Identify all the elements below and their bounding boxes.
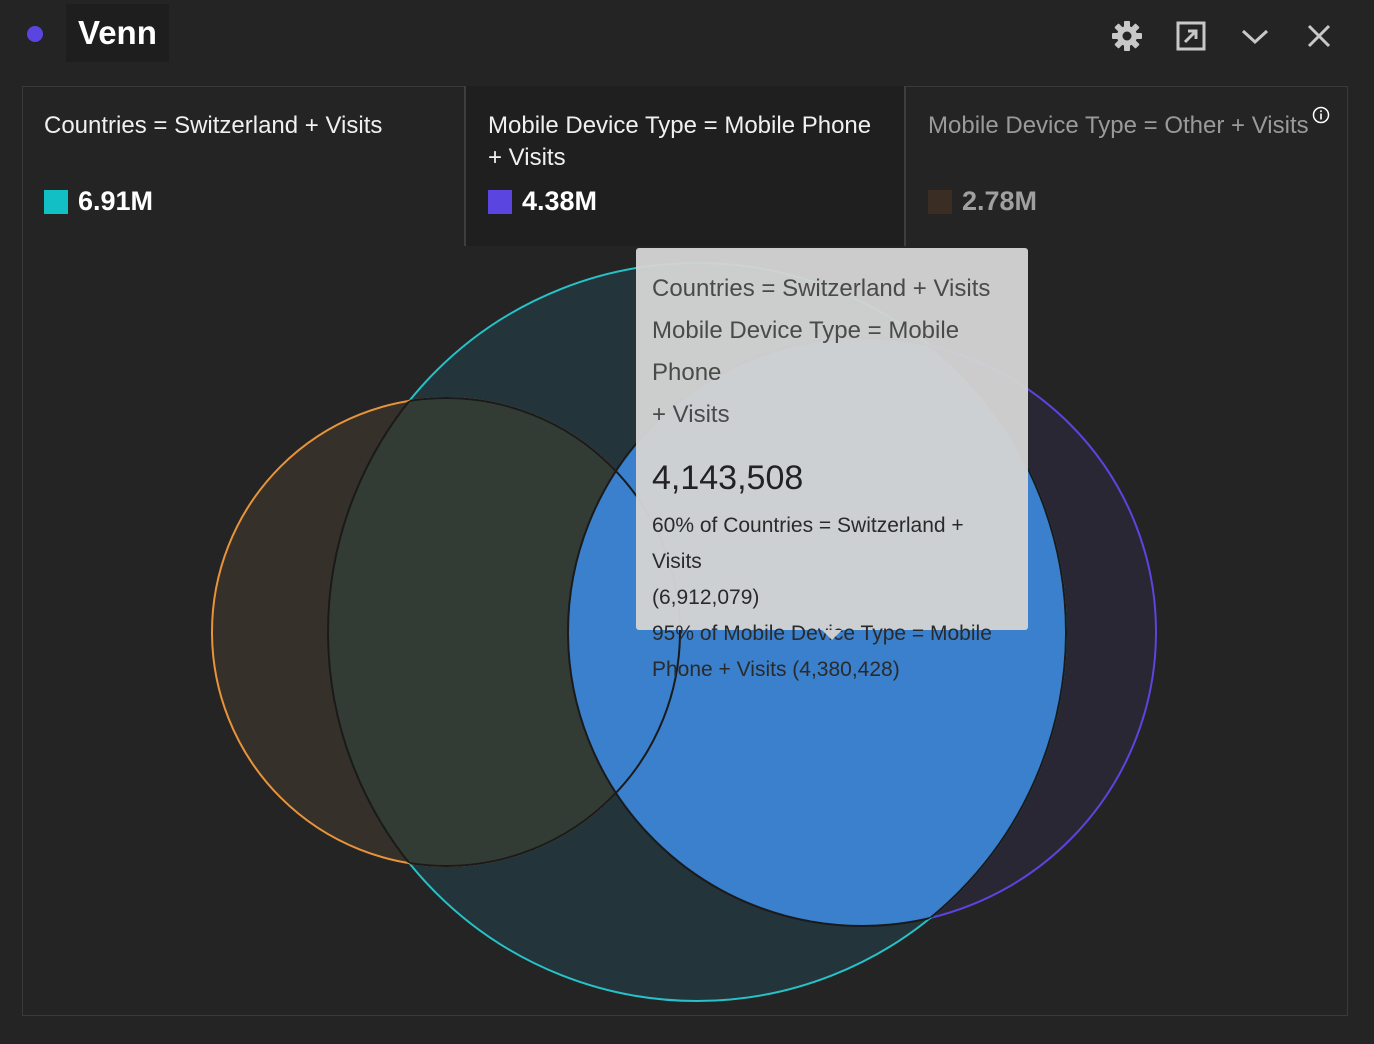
tooltip-pct-2: 95% of Mobile Device Type = Mobile bbox=[652, 622, 992, 645]
info-icon[interactable] bbox=[1312, 106, 1330, 124]
tooltip-pct-1-total: (6,912,079) bbox=[652, 586, 760, 609]
legend-swatch bbox=[488, 189, 512, 214]
legend-value: 2.78M bbox=[962, 186, 1038, 216]
legend-value: 6.91M bbox=[78, 186, 154, 216]
tooltip-segment-1: Countries = Switzerland + Visits bbox=[652, 275, 991, 302]
venn-tooltip: Countries = Switzerland + Visits Mobile … bbox=[636, 248, 1028, 681]
tooltip-pct-2-total: Phone + Visits (4,380,428) bbox=[652, 658, 900, 681]
tooltip-value: 4,143,508 bbox=[652, 459, 804, 497]
legend-item-mobile-phone[interactable]: Mobile Device Type = Mobile Phone + Visi… bbox=[464, 86, 906, 246]
tooltip-pct-1: 60% of Countries = Switzerland + Visits bbox=[652, 514, 964, 573]
legend-value: 4.38M bbox=[522, 186, 598, 216]
legend-label: Countries = Switzerland + Visits bbox=[44, 112, 383, 139]
legend-swatch bbox=[44, 189, 68, 214]
legend-swatch bbox=[928, 189, 952, 214]
legend-label: Mobile Device Type = Mobile Phone + Visi… bbox=[488, 112, 872, 171]
legend-label: Mobile Device Type = Other + Visits bbox=[928, 112, 1309, 139]
legend-item-switzerland[interactable]: Countries = Switzerland + Visits 6.91M bbox=[22, 86, 464, 246]
tooltip-segment-2-cont: + Visits bbox=[652, 401, 730, 428]
legend-item-other[interactable]: Mobile Device Type = Other + Visits 2.78… bbox=[906, 86, 1348, 246]
tooltip-segment-2: Mobile Device Type = Mobile Phone bbox=[652, 317, 960, 386]
